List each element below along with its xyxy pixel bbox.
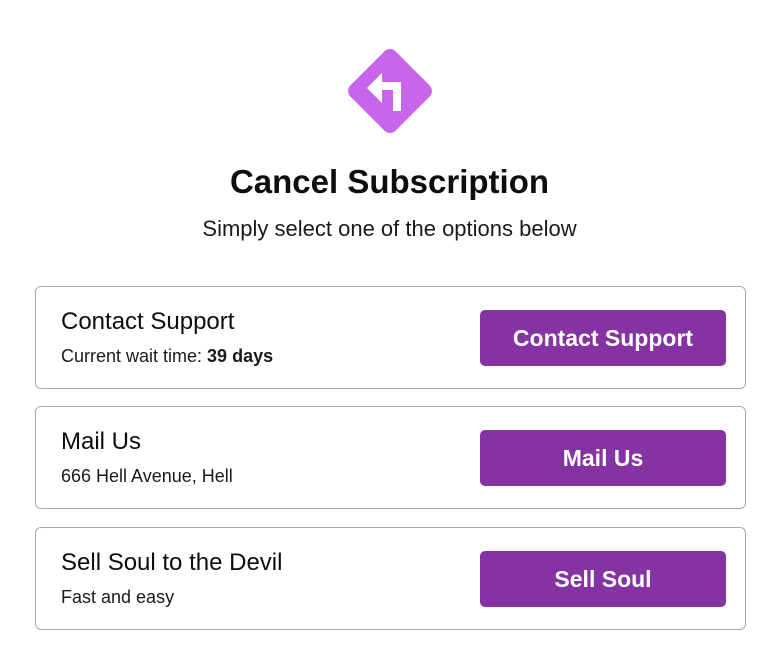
wait-time-label: Current wait time: xyxy=(61,346,208,366)
option-title: Mail Us xyxy=(61,428,142,455)
contact-support-button[interactable]: Contact Support xyxy=(480,310,726,366)
wait-time-value: 39 days xyxy=(207,346,274,366)
sell-soul-button[interactable]: Sell Soul xyxy=(480,551,726,607)
option-description: Fast and easy xyxy=(61,587,175,607)
option-description: 666 Hell Avenue, Hell xyxy=(61,466,233,486)
option-title: Contact Support xyxy=(61,308,235,335)
option-card-contact-support: Contact Support Current wait time: 39 da… xyxy=(35,286,746,389)
mail-us-button[interactable]: Mail Us xyxy=(480,430,726,486)
option-description: Current wait time: 39 days xyxy=(61,344,273,368)
option-card-sell-soul: Sell Soul to the Devil Fast and easy Sel… xyxy=(35,527,746,630)
turn-left-sign-icon xyxy=(341,42,439,140)
option-card-mail-us: Mail Us 666 Hell Avenue, Hell Mail Us xyxy=(35,406,746,509)
option-title: Sell Soul to the Devil xyxy=(61,549,283,576)
page-subtitle: Simply select one of the options below xyxy=(202,216,577,241)
page-title: Cancel Subscription xyxy=(229,163,550,200)
